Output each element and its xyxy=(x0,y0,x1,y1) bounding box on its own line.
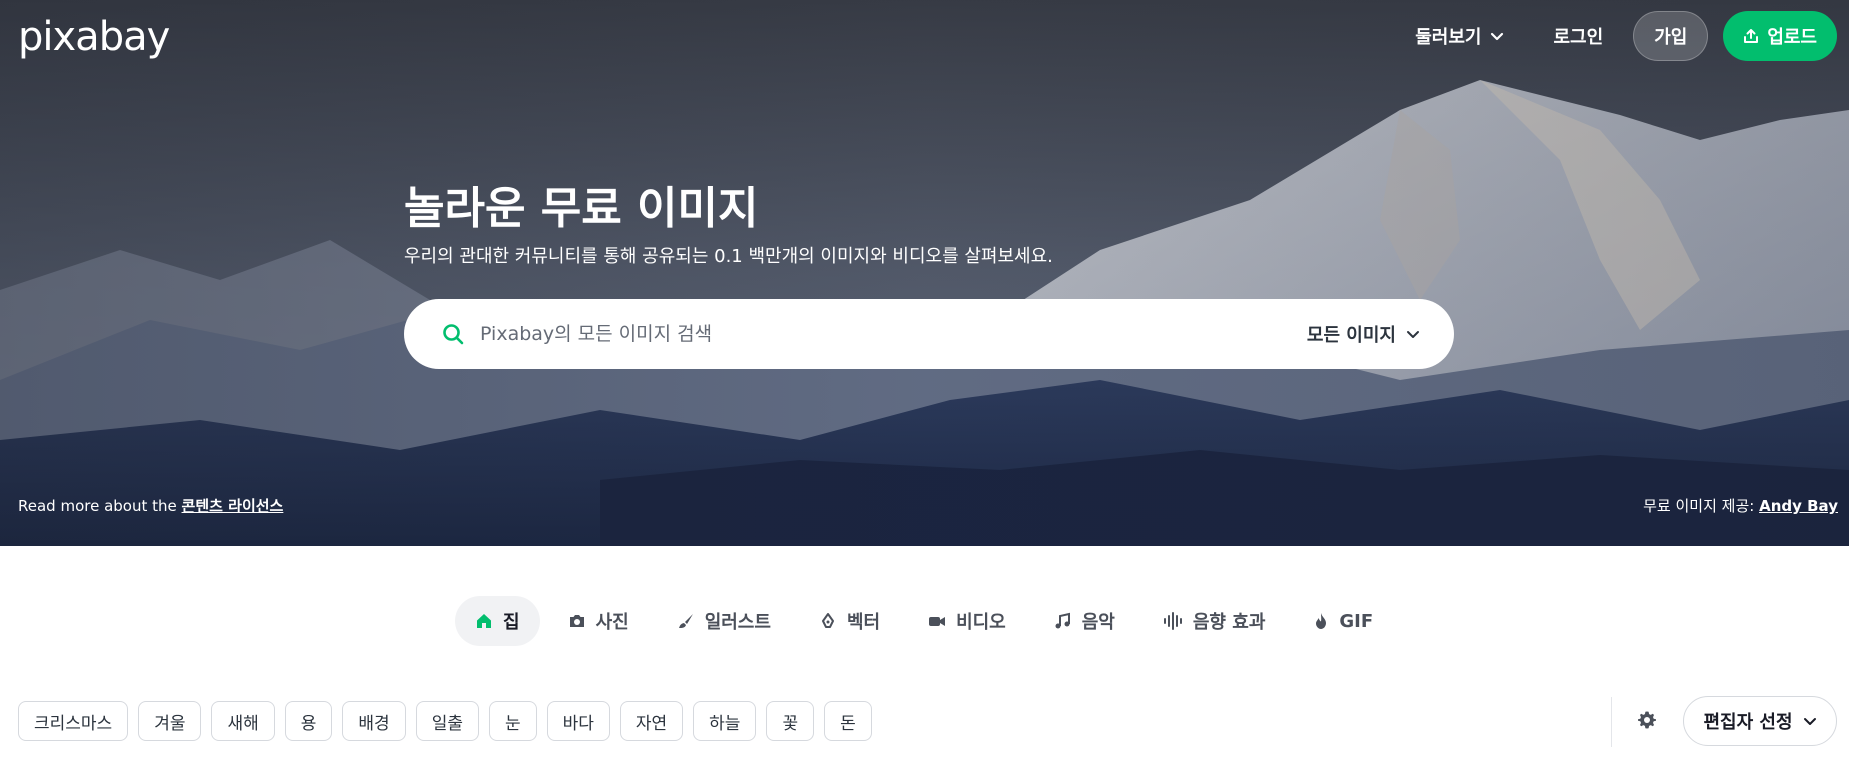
hero-subtitle: 우리의 관대한 커뮤니티를 통해 공유되는 0.1 백만개의 이미지와 비디오를… xyxy=(404,246,1053,267)
gear-icon[interactable] xyxy=(1636,709,1658,731)
search-input[interactable] xyxy=(480,314,1280,354)
pen-nib-icon xyxy=(821,613,834,628)
login-link[interactable]: 로그인 xyxy=(1554,23,1604,49)
chevron-down-icon xyxy=(1407,331,1419,338)
music-note-icon xyxy=(1055,612,1070,629)
explore-menu[interactable]: 둘러보기 xyxy=(1415,23,1503,49)
license-link[interactable]: 콘텐츠 라이선스 xyxy=(182,497,284,515)
divider xyxy=(1611,697,1612,747)
tag-chip[interactable]: 자연 xyxy=(619,701,684,741)
explore-label: 둘러보기 xyxy=(1415,27,1482,48)
upload-label: 업로드 xyxy=(1767,27,1817,48)
tag-chip[interactable]: 눈 xyxy=(488,701,537,741)
camera-icon xyxy=(569,615,584,627)
video-icon xyxy=(929,617,946,626)
search-icon[interactable] xyxy=(440,321,466,347)
tag-chip[interactable]: 배경 xyxy=(342,701,406,741)
brush-icon xyxy=(678,614,693,628)
tab-label: 벡터 xyxy=(846,612,881,633)
tab-label: 일러스트 xyxy=(704,612,771,633)
media-type-dropdown[interactable]: 모든 이미지 xyxy=(1307,299,1420,369)
upload-button[interactable]: 업로드 xyxy=(1723,11,1837,61)
hero-banner xyxy=(0,0,1849,546)
search-bar: 모든 이미지 xyxy=(404,299,1454,369)
tab-label: 집 xyxy=(503,612,520,633)
tab-videos[interactable]: 비디오 xyxy=(908,596,1026,646)
tab-label: GIF xyxy=(1339,610,1374,632)
license-note: Read more about the 콘텐츠 라이선스 xyxy=(18,495,283,516)
tab-label: 음악 xyxy=(1081,612,1115,633)
tab-photos[interactable]: 사진 xyxy=(548,596,649,646)
tag-chip[interactable]: 꽃 xyxy=(766,701,815,741)
tab-gif[interactable]: GIF xyxy=(1293,596,1393,646)
tab-vectors[interactable]: 벡터 xyxy=(799,596,900,646)
tag-chips: 크리스마스 겨울 새해 용 배경 일출 눈 바다 자연 하늘 꽃 돈 xyxy=(18,701,872,741)
flame-icon xyxy=(1316,613,1327,629)
media-tabs: 집 사진 일러스트 벡터 비디오 음악 음향 효과 GIF xyxy=(455,596,1401,646)
tab-home[interactable]: 집 xyxy=(455,596,540,646)
photo-credit: 무료 이미지 제공: Andy Bay xyxy=(1643,495,1838,516)
home-icon xyxy=(477,614,491,628)
photo-credit-author-link[interactable]: Andy Bay xyxy=(1759,497,1838,515)
tab-label: 음향 효과 xyxy=(1192,612,1266,633)
tab-label: 비디오 xyxy=(956,612,1006,633)
tag-chip[interactable]: 용 xyxy=(284,701,333,741)
sort-label: 편집자 선정 xyxy=(1703,712,1793,733)
sound-wave-icon xyxy=(1163,612,1182,630)
chevron-down-icon xyxy=(1490,32,1503,41)
photo-credit-prefix: 무료 이미지 제공: xyxy=(1643,497,1755,515)
join-label: 가입 xyxy=(1654,27,1688,48)
tag-chip[interactable]: 크리스마스 xyxy=(18,701,129,741)
sort-dropdown[interactable]: 편집자 선정 xyxy=(1683,696,1837,746)
tab-sound-effects[interactable]: 음향 효과 xyxy=(1143,596,1286,646)
tab-illustrations[interactable]: 일러스트 xyxy=(657,596,791,646)
pixabay-logo[interactable]: pixabay xyxy=(18,14,170,60)
upload-icon xyxy=(1744,29,1759,43)
login-label: 로그인 xyxy=(1553,27,1604,48)
tag-chip[interactable]: 돈 xyxy=(824,701,872,741)
tab-label: 사진 xyxy=(595,612,629,633)
tag-chip[interactable]: 겨울 xyxy=(138,701,202,741)
tab-music[interactable]: 음악 xyxy=(1034,596,1135,646)
tag-chip[interactable]: 새해 xyxy=(211,701,275,741)
chevron-down-icon xyxy=(1803,718,1816,725)
top-nav: 둘러보기 로그인 가입 업로드 xyxy=(1415,11,1837,61)
tag-chip[interactable]: 바다 xyxy=(546,701,610,741)
join-button[interactable]: 가입 xyxy=(1633,11,1709,61)
media-type-label: 모든 이미지 xyxy=(1306,325,1396,346)
license-prefix: Read more about the xyxy=(18,497,177,515)
hero-title: 놀라운 무료 이미지 xyxy=(404,183,759,234)
tag-chip[interactable]: 하늘 xyxy=(693,701,757,741)
tag-chip[interactable]: 일출 xyxy=(415,701,479,741)
